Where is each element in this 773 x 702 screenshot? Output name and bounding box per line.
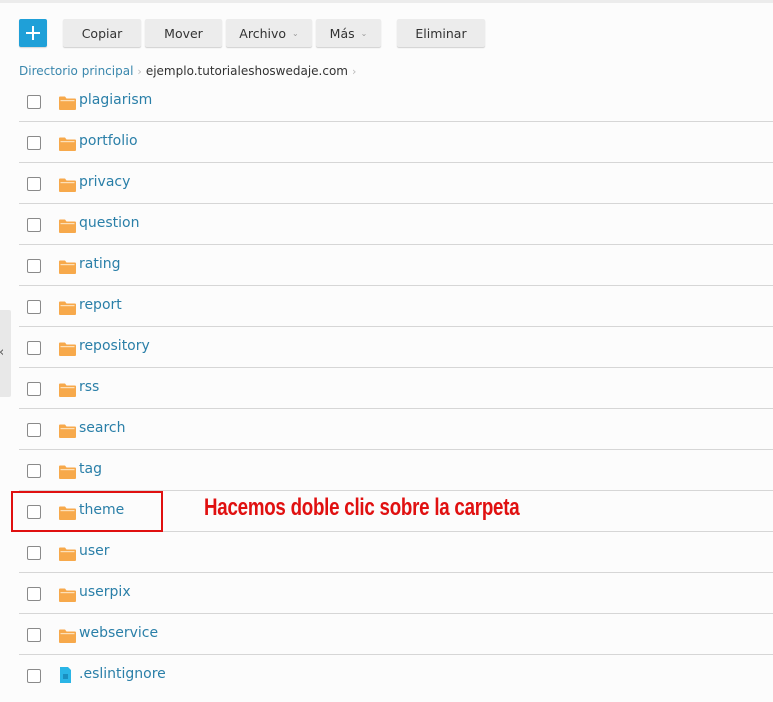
- file-menu-button[interactable]: Archivo ⌄: [226, 19, 312, 47]
- more-menu-button[interactable]: Más ⌄: [316, 19, 381, 47]
- row-checkbox[interactable]: [27, 300, 41, 314]
- row-checkbox[interactable]: [27, 341, 41, 355]
- row-checkbox[interactable]: [27, 259, 41, 273]
- file-name-link[interactable]: privacy: [79, 174, 130, 190]
- folder-icon: [59, 464, 76, 479]
- file-name-link[interactable]: tag: [79, 461, 102, 477]
- folder-icon: [59, 587, 76, 602]
- row-checkbox[interactable]: [27, 136, 41, 150]
- row-checkbox[interactable]: [27, 423, 41, 437]
- file-name-link[interactable]: rating: [79, 256, 120, 272]
- chevron-down-icon: ⌄: [292, 28, 299, 38]
- folder-icon: [59, 259, 76, 274]
- row-checkbox[interactable]: [27, 177, 41, 191]
- row-checkbox[interactable]: [27, 95, 41, 109]
- row-checkbox[interactable]: [27, 628, 41, 642]
- highlight-box: [11, 491, 163, 532]
- folder-icon: [59, 218, 76, 233]
- file-name-link[interactable]: question: [79, 215, 139, 231]
- folder-row[interactable]: user: [19, 532, 773, 573]
- top-border: [0, 0, 773, 3]
- folder-icon: [59, 628, 76, 643]
- file-name-link[interactable]: user: [79, 543, 110, 559]
- file-list: plagiarism portfolio privacy question rating…: [19, 81, 773, 696]
- file-name-link[interactable]: rss: [79, 379, 99, 395]
- breadcrumb-current: ejemplo.tutorialeshoswedaje.com: [145, 64, 348, 78]
- file-name-link[interactable]: report: [79, 297, 122, 313]
- folder-row[interactable]: webservice: [19, 614, 773, 655]
- folder-icon: [59, 177, 76, 192]
- file-name-link[interactable]: portfolio: [79, 133, 138, 149]
- folder-row[interactable]: plagiarism: [19, 81, 773, 122]
- folder-row[interactable]: rating: [19, 245, 773, 286]
- folder-row[interactable]: tag: [19, 450, 773, 491]
- folder-icon: [59, 546, 76, 561]
- breadcrumb-root[interactable]: Directorio principal: [19, 64, 133, 78]
- chevron-right-icon: ›: [352, 64, 357, 78]
- row-checkbox[interactable]: [27, 587, 41, 601]
- side-panel-toggle[interactable]: ‹: [0, 310, 11, 397]
- folder-row[interactable]: portfolio: [19, 122, 773, 163]
- add-button[interactable]: [19, 19, 47, 47]
- folder-icon: [59, 300, 76, 315]
- folder-icon: [59, 136, 76, 151]
- copy-button[interactable]: Copiar: [63, 19, 141, 47]
- file-name-link[interactable]: webservice: [79, 625, 158, 641]
- chevron-left-icon: ‹: [0, 345, 4, 360]
- chevron-down-icon: ⌄: [360, 28, 368, 38]
- file-name-link[interactable]: search: [79, 420, 126, 436]
- file-icon: [57, 667, 74, 683]
- row-checkbox[interactable]: [27, 669, 41, 683]
- move-button[interactable]: Mover: [145, 19, 222, 47]
- folder-row[interactable]: question: [19, 204, 773, 245]
- row-checkbox[interactable]: [27, 218, 41, 232]
- folder-row[interactable]: rss: [19, 368, 773, 409]
- folder-row[interactable]: search: [19, 409, 773, 450]
- folder-row[interactable]: report: [19, 286, 773, 327]
- row-checkbox[interactable]: [27, 546, 41, 560]
- folder-row[interactable]: privacy: [19, 163, 773, 204]
- file-row[interactable]: .eslintignore: [19, 655, 773, 696]
- file-name-link[interactable]: repository: [79, 338, 150, 354]
- chevron-right-icon: ›: [137, 64, 142, 78]
- breadcrumb: Directorio principal › ejemplo.tutoriale…: [19, 64, 360, 78]
- folder-row[interactable]: userpix: [19, 573, 773, 614]
- file-name-link[interactable]: .eslintignore: [79, 666, 166, 682]
- file-name-link[interactable]: plagiarism: [79, 92, 152, 108]
- annotation-text: Hacemos doble clic sobre la carpeta: [204, 494, 520, 521]
- file-name-link[interactable]: userpix: [79, 584, 131, 600]
- folder-icon: [59, 382, 76, 397]
- delete-button[interactable]: Eliminar: [397, 19, 485, 47]
- folder-icon: [59, 341, 76, 356]
- folder-row[interactable]: repository: [19, 327, 773, 368]
- folder-icon: [59, 95, 76, 110]
- row-checkbox[interactable]: [27, 464, 41, 478]
- row-checkbox[interactable]: [27, 382, 41, 396]
- folder-icon: [59, 423, 76, 438]
